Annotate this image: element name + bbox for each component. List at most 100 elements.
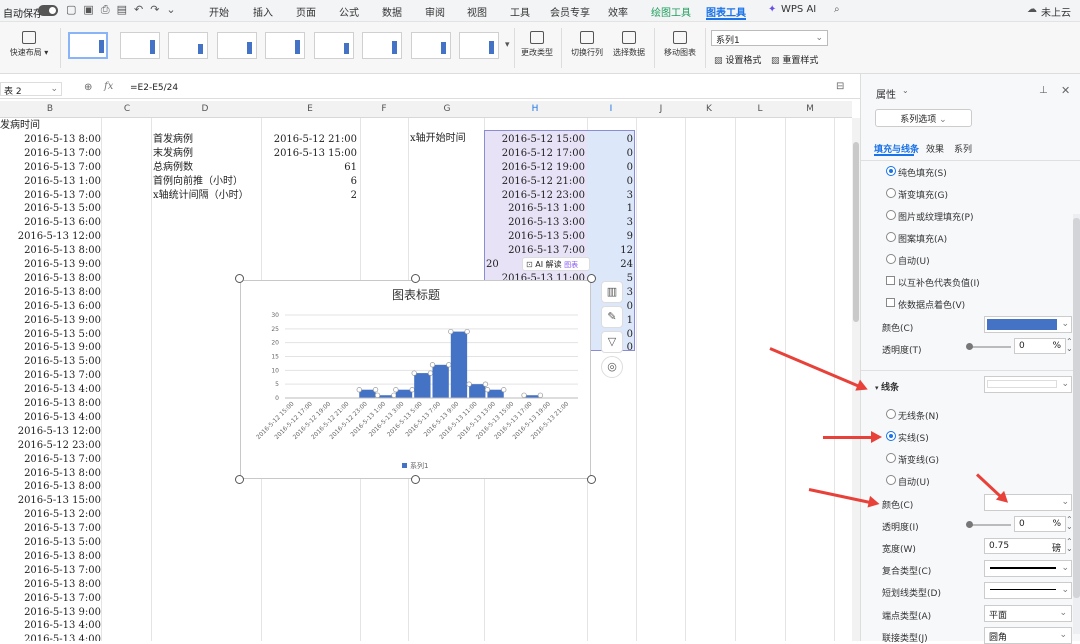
tab-formula[interactable]: 公式	[339, 4, 359, 19]
chart-style-thumb-5[interactable]	[265, 32, 305, 59]
select-data-button[interactable]: 选择数据	[609, 31, 649, 58]
cell-b[interactable]: 2016-5-13 9:00	[2, 258, 101, 271]
fill-picture-radio[interactable]	[886, 210, 896, 220]
tab-member[interactable]: 会员专享	[550, 4, 590, 19]
tab-efficiency[interactable]: 效率	[608, 4, 628, 19]
cell-h[interactable]: 2016-5-12 19:00	[486, 161, 585, 174]
cell-b[interactable]: 2016-5-13 7:00	[2, 189, 101, 202]
line-section-header[interactable]: ▾ 线条	[875, 380, 899, 393]
width-input[interactable]: 0.75磅	[984, 538, 1066, 554]
chart-style-thumb-2[interactable]	[120, 32, 160, 59]
cell-i[interactable]: 1	[588, 202, 633, 215]
line-transparency-slider[interactable]	[969, 524, 1011, 526]
cell-b[interactable]: 2016-5-13 7:00	[2, 453, 101, 466]
cloud-icon[interactable]: ☁	[1027, 4, 1037, 15]
autosave-toggle[interactable]	[38, 5, 58, 16]
expand-formula-icon[interactable]: ⊟	[836, 81, 844, 92]
cell-d[interactable]: 首例向前推（小时）	[153, 175, 243, 188]
cell-b[interactable]: 2016-5-13 9:00	[2, 341, 101, 354]
ai-interpret-popup[interactable]: ⊡ AI 解读 图表	[522, 257, 590, 271]
cell-h[interactable]: 2016-5-12 15:00	[486, 133, 585, 146]
cell-h[interactable]: 2016-5-12 21:00	[486, 175, 585, 188]
col-header-k[interactable]: K	[694, 104, 724, 114]
cell-b[interactable]: 2016-5-13 5:00	[2, 536, 101, 549]
col-header-i[interactable]: I	[596, 104, 626, 114]
line-style-preview[interactable]: ⌄	[984, 376, 1072, 393]
cell-i[interactable]: 9	[588, 230, 633, 243]
cell-b[interactable]: 2016-5-13 1:00	[2, 175, 101, 188]
stepper-icon[interactable]: ⌃⌄	[1066, 538, 1073, 552]
cell-b[interactable]: 2016-5-13 4:00	[2, 633, 101, 641]
cell-b[interactable]: 2016-5-13 4:00	[2, 411, 101, 424]
line-gradient-radio[interactable]	[886, 453, 896, 463]
line-none-radio[interactable]	[886, 409, 896, 419]
cell-i[interactable]: 0	[588, 175, 633, 188]
cell-e[interactable]: 6	[262, 175, 357, 188]
cell-b[interactable]: 2016-5-13 9:00	[2, 314, 101, 327]
fill-gradient-radio[interactable]	[886, 188, 896, 198]
cell-d[interactable]: x轴统计间隔（小时）	[153, 189, 249, 202]
cell-b-header[interactable]: 发病时间	[0, 119, 40, 132]
cell-b[interactable]: 2016-5-13 8:00	[2, 467, 101, 480]
close-icon[interactable]: ✕	[1061, 84, 1070, 97]
cell-b[interactable]: 2016-5-13 5:00	[2, 202, 101, 215]
format-selection-button[interactable]: ▧ 设置格式	[714, 53, 761, 66]
cell-b[interactable]: 2016-5-13 5:00	[2, 355, 101, 368]
chart-style-brush-icon[interactable]: ✎	[601, 306, 623, 328]
cell-b[interactable]: 2016-5-13 15:00	[2, 494, 101, 507]
scrollbar-thumb[interactable]	[853, 142, 859, 322]
search-icon[interactable]: ⌕	[834, 4, 840, 15]
cell-b[interactable]: 2016-5-13 8:00	[2, 286, 101, 299]
cell-e[interactable]: 2	[262, 189, 357, 202]
tab-insert[interactable]: 插入	[253, 4, 273, 19]
cell-i[interactable]: 0	[588, 133, 633, 146]
cell-b[interactable]: 2016-5-13 12:00	[2, 230, 101, 243]
cell-b[interactable]: 2016-5-13 8:00	[2, 244, 101, 257]
cell-b[interactable]: 2016-5-13 9:00	[2, 606, 101, 619]
formula-input[interactable]: =E2-E5/24	[130, 83, 178, 93]
change-type-button[interactable]: 更改类型	[518, 31, 556, 58]
chart-style-thumb-6[interactable]	[314, 32, 354, 59]
col-header-m[interactable]: M	[795, 104, 825, 114]
tab-home[interactable]: 开始	[209, 4, 229, 19]
cell-b[interactable]: 2016-5-13 8:00	[2, 550, 101, 563]
cell-i[interactable]: 12	[588, 244, 633, 257]
cell-b[interactable]: 2016-5-13 7:00	[2, 522, 101, 535]
cell-b[interactable]: 2016-5-13 4:00	[2, 619, 101, 632]
cell-b[interactable]: 2016-5-13 7:00	[2, 369, 101, 382]
fill-solid-radio[interactable]	[886, 166, 896, 176]
col-header-f[interactable]: F	[369, 104, 399, 114]
tab-chart-tools[interactable]: 图表工具	[706, 4, 746, 19]
chart-filter-icon[interactable]: ▽	[601, 331, 623, 353]
resize-handle[interactable]	[235, 475, 244, 484]
col-header-g[interactable]: G	[432, 104, 462, 114]
cell-e[interactable]: 61	[262, 161, 357, 174]
stepper-icon[interactable]: ⌃⌄	[1066, 338, 1073, 352]
cell-h[interactable]: 2016-5-13 1:00	[486, 202, 585, 215]
cell-e[interactable]: 2016-5-12 21:00	[262, 133, 357, 146]
cell-i[interactable]: 0	[588, 147, 633, 160]
col-header-d[interactable]: D	[190, 104, 220, 114]
cell-h[interactable]: 2016-5-13 5:00	[486, 230, 585, 243]
tab-view[interactable]: 视图	[467, 4, 487, 19]
chart-style-thumb-8[interactable]	[411, 32, 451, 59]
tab-effect[interactable]: 效果	[926, 142, 944, 155]
cell-i[interactable]: 3	[588, 216, 633, 229]
chart-elements-icon[interactable]: ▥	[601, 281, 623, 303]
cell-i[interactable]: 24	[588, 258, 633, 271]
cell-d[interactable]: 末发病例	[153, 147, 193, 160]
cell-b[interactable]: 2016-5-13 8:00	[2, 397, 101, 410]
name-box[interactable]: 表 2⌄	[0, 82, 62, 96]
stepper-icon[interactable]: ⌃⌄	[1066, 516, 1073, 530]
cell-b[interactable]: 2016-5-13 6:00	[2, 216, 101, 229]
cell-b[interactable]: 2016-5-13 8:00	[2, 272, 101, 285]
cell-h[interactable]: 2016-5-12 23:00	[486, 189, 585, 202]
col-header-b[interactable]: B	[35, 104, 65, 114]
fill-auto-radio[interactable]	[886, 254, 896, 264]
cell-b[interactable]: 2016-5-13 7:00	[2, 161, 101, 174]
dash-type-select[interactable]: ⌄	[984, 582, 1072, 599]
invert-negative-checkbox[interactable]	[886, 276, 895, 285]
quick-access-icons[interactable]: ▢▣⎙▤↶↷⌄	[66, 3, 183, 17]
vary-colors-checkbox[interactable]	[886, 298, 895, 307]
chart-settings-icon[interactable]: ◎	[601, 356, 623, 378]
